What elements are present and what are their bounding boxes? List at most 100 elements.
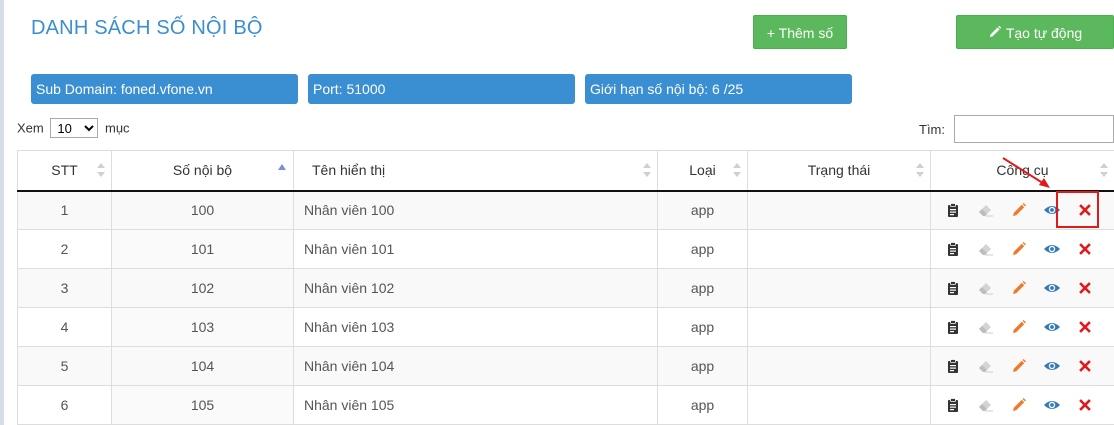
cell-name: Nhân viên 102 (293, 268, 658, 308)
edit-button[interactable] (1011, 241, 1027, 257)
edit-button[interactable] (1011, 319, 1027, 335)
close-icon (1079, 243, 1091, 255)
page-left-border (0, 0, 4, 425)
extensions-table: STT Số nội bộ Tên hiển thị Loại Trạng th… (17, 150, 1114, 425)
view-button[interactable] (1044, 280, 1060, 296)
cell-stt: 6 (17, 385, 112, 425)
pencil-icon (1011, 319, 1027, 335)
eraser-icon (978, 242, 994, 256)
cell-status (747, 268, 931, 308)
copy-button[interactable] (945, 241, 961, 257)
copy-button[interactable] (945, 358, 961, 374)
sort-icon (916, 163, 924, 179)
edit-button[interactable] (1011, 280, 1027, 296)
copy-button[interactable] (945, 397, 961, 413)
column-header-type[interactable]: Loại (657, 150, 748, 192)
cell-type: app (657, 190, 748, 230)
copy-button[interactable] (945, 202, 961, 218)
search-label: Tìm: (919, 122, 945, 137)
reset-button[interactable] (978, 202, 994, 218)
pencil-icon (1011, 202, 1027, 218)
auto-create-label: Tạo tự động (1005, 25, 1083, 41)
cell-tools (930, 385, 1114, 425)
reset-button[interactable] (978, 280, 994, 296)
eye-icon (1043, 399, 1061, 411)
cell-name: Nhân viên 105 (293, 385, 658, 425)
page-length-control: Xem 10 mục (17, 118, 130, 138)
table-row: 6 105 Nhân viên 105 app (17, 385, 1114, 425)
reset-button[interactable] (978, 319, 994, 335)
reset-button[interactable] (978, 241, 994, 257)
column-label: Loại (689, 162, 716, 179)
auto-create-button[interactable]: Tạo tự động (956, 15, 1114, 49)
close-icon (1079, 282, 1091, 294)
cell-tools (930, 229, 1114, 269)
copy-button[interactable] (945, 280, 961, 296)
subdomain-badge: Sub Domain: foned.vfone.vn (31, 74, 298, 104)
cell-number: 104 (111, 346, 294, 386)
cell-status (747, 385, 931, 425)
column-header-name[interactable]: Tên hiển thị (293, 150, 658, 192)
pencil-icon (1011, 358, 1027, 374)
copy-button[interactable] (945, 319, 961, 335)
annotation-arrow-icon (1002, 157, 1050, 188)
column-header-status[interactable]: Trạng thái (747, 150, 931, 192)
cell-stt: 5 (17, 346, 112, 386)
delete-button[interactable] (1077, 241, 1093, 257)
page-length-select[interactable]: 10 (50, 118, 99, 138)
cell-stt: 3 (17, 268, 112, 308)
cell-stt: 1 (17, 190, 112, 230)
view-button[interactable] (1044, 358, 1060, 374)
delete-button[interactable] (1077, 280, 1093, 296)
port-badge: Port: 51000 (308, 74, 575, 104)
subdomain-value: foned.vfone.vn (120, 81, 213, 97)
search-input[interactable] (954, 115, 1114, 143)
port-value: 51000 (346, 81, 386, 97)
cell-name: Nhân viên 101 (293, 229, 658, 269)
view-button[interactable] (1044, 397, 1060, 413)
edit-button[interactable] (1011, 358, 1027, 374)
reset-button[interactable] (978, 358, 994, 374)
cell-name: Nhân viên 104 (293, 346, 658, 386)
clipboard-icon (947, 281, 959, 295)
cell-type: app (657, 229, 748, 269)
port-label: Port: (313, 81, 343, 97)
edit-button[interactable] (1011, 397, 1027, 413)
table-row: 5 104 Nhân viên 104 app (17, 346, 1114, 386)
cell-status (747, 229, 931, 269)
reset-button[interactable] (978, 397, 994, 413)
column-label: Trạng thái (807, 162, 871, 179)
view-button[interactable] (1044, 319, 1060, 335)
delete-button[interactable] (1077, 319, 1093, 335)
clipboard-icon (947, 242, 959, 256)
sort-icon (733, 163, 741, 179)
add-number-button[interactable]: + Thêm số (753, 15, 847, 49)
cell-type: app (657, 268, 748, 308)
subdomain-label: Sub Domain: (36, 81, 117, 97)
limit-badge: Giới hạn số nội bộ: 6 /25 (585, 74, 852, 104)
length-prefix: Xem (17, 120, 44, 136)
page-title: DANH SÁCH SỐ NỘI BỘ (31, 17, 263, 39)
sort-icon (1100, 163, 1108, 179)
eraser-icon (978, 281, 994, 295)
cell-tools (930, 268, 1114, 308)
edit-button[interactable] (1011, 202, 1027, 218)
pencil-icon (988, 17, 1002, 51)
cell-tools (930, 307, 1114, 347)
cell-number: 100 (111, 190, 294, 230)
delete-button[interactable] (1077, 358, 1093, 374)
eye-icon (1043, 282, 1061, 294)
close-icon (1079, 399, 1091, 411)
column-header-stt[interactable]: STT (17, 150, 112, 192)
cell-status (747, 190, 931, 230)
sort-ascending-icon (278, 164, 286, 170)
delete-button[interactable] (1077, 397, 1093, 413)
table-header-row: STT Số nội bộ Tên hiển thị Loại Trạng th… (17, 150, 1114, 192)
delete-highlight-box (1056, 191, 1099, 228)
column-header-number[interactable]: Số nội bộ (111, 150, 294, 192)
eraser-icon (978, 203, 994, 217)
view-button[interactable] (1044, 241, 1060, 257)
cell-number: 103 (111, 307, 294, 347)
cell-status (747, 346, 931, 386)
eye-icon (1043, 243, 1061, 255)
